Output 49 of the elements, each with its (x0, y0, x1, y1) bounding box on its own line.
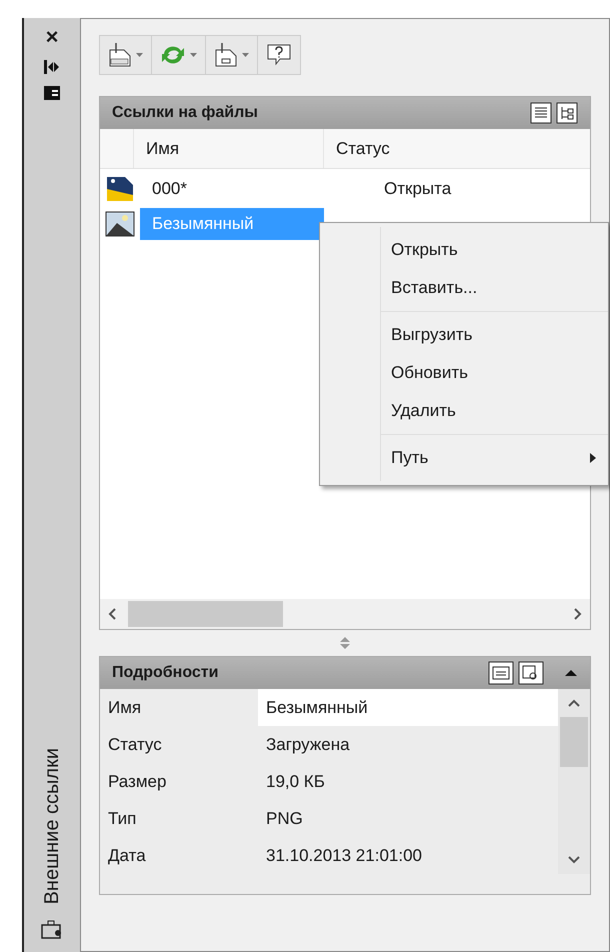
vertical-scrollbar[interactable] (558, 689, 590, 874)
column-header[interactable]: Статус (324, 129, 590, 168)
property-value: 19,0 КБ (265, 770, 326, 793)
caret-icon (136, 53, 143, 57)
menu-item[interactable]: Удалить (381, 392, 608, 430)
file-icon (214, 42, 238, 68)
menu-item[interactable]: Обновить (381, 354, 608, 392)
column-header[interactable]: Имя (134, 129, 324, 168)
file-status: Открыта (384, 178, 452, 200)
property-label: Размер (107, 770, 168, 793)
scroll-right-icon[interactable] (574, 608, 582, 620)
property-value[interactable]: Безымянный (258, 689, 558, 726)
scrollbar-thumb[interactable] (560, 717, 588, 767)
menu-item[interactable]: Выгрузить (381, 316, 608, 354)
property-label: Тип (107, 808, 138, 830)
scroll-up-icon[interactable] (568, 699, 580, 707)
tree-view-icon[interactable] (556, 102, 578, 124)
panel-icon[interactable] (44, 86, 60, 100)
property-label: Статус (107, 734, 163, 756)
menu-item[interactable]: Путь (381, 439, 608, 477)
menu-item[interactable]: Открыть (381, 231, 608, 269)
preview-icon[interactable] (488, 661, 514, 685)
property-value: PNG (265, 808, 304, 830)
help-icon (266, 43, 292, 67)
collapse-icon[interactable] (564, 668, 578, 678)
caret-icon (190, 53, 197, 57)
section-title: Ссылки на файлы (112, 103, 259, 123)
property-label: Имя (107, 696, 142, 719)
refresh-icon (160, 44, 186, 66)
drawing-file-icon (105, 174, 135, 202)
scrollbar-thumb[interactable] (128, 601, 283, 627)
palette-title: Внешние ссылки (40, 748, 64, 904)
horizontal-scrollbar[interactable] (100, 599, 590, 629)
collapse-icon[interactable] (44, 60, 60, 74)
dwg-file-icon (108, 42, 132, 68)
property-value: 31.10.2013 21:01:00 (265, 844, 423, 867)
scroll-down-icon[interactable] (568, 856, 580, 864)
details-view-icon[interactable] (518, 661, 544, 685)
list-view-icon[interactable] (530, 102, 552, 124)
menu-item[interactable]: Вставить... (381, 269, 608, 307)
property-value: Загружена (265, 734, 351, 756)
image-file-icon (105, 210, 135, 236)
section-title: Подробности (112, 663, 220, 683)
property-label: Дата (107, 844, 147, 867)
close-button[interactable]: × (46, 26, 58, 48)
file-name[interactable]: 000* (140, 172, 324, 204)
briefcase-icon (41, 920, 63, 940)
scroll-left-icon[interactable] (108, 608, 116, 620)
caret-icon (242, 53, 249, 57)
